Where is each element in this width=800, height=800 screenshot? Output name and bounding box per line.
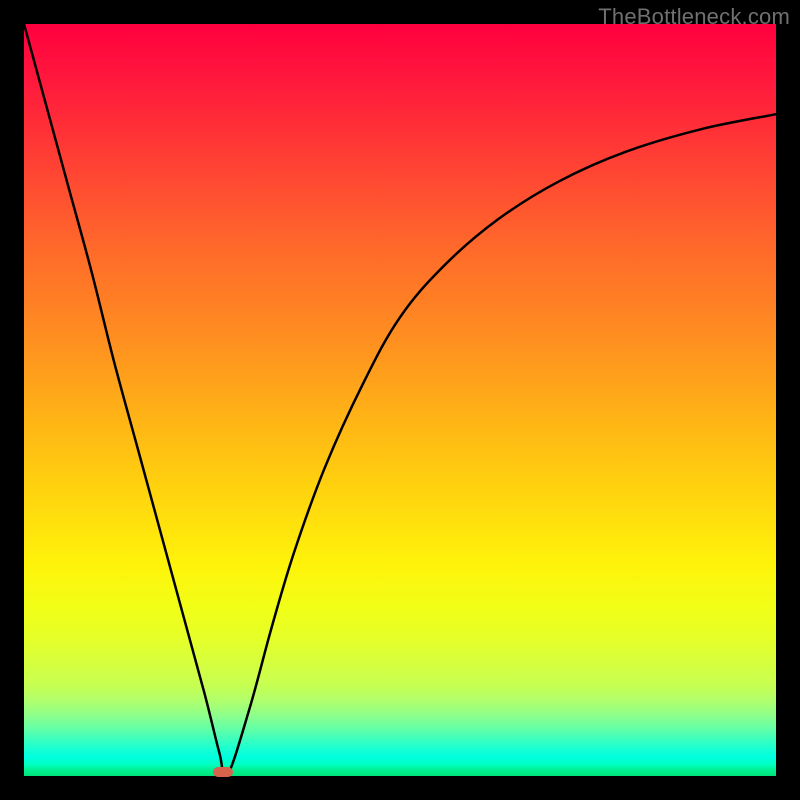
bottleneck-curve	[24, 24, 776, 776]
chart-plot-area	[24, 24, 776, 776]
watermark-text: TheBottleneck.com	[598, 4, 790, 30]
minimum-marker	[213, 767, 233, 777]
